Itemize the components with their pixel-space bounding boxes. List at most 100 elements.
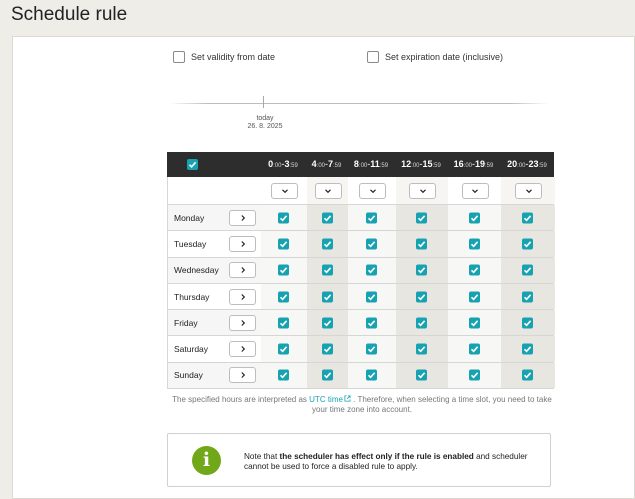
slot-checkbox[interactable] bbox=[321, 212, 333, 224]
check-icon bbox=[367, 214, 376, 222]
slot-checkbox[interactable] bbox=[321, 343, 333, 355]
check-icon bbox=[470, 346, 478, 353]
chevron-down-icon bbox=[369, 189, 376, 194]
validity-from-checkbox[interactable] bbox=[173, 51, 185, 63]
slot-checkbox[interactable] bbox=[522, 212, 533, 224]
check-icon bbox=[367, 293, 376, 300]
slot-checkbox[interactable] bbox=[278, 317, 289, 329]
row-select-button[interactable] bbox=[229, 341, 256, 358]
day-label: Thursday bbox=[174, 291, 210, 302]
check-icon bbox=[470, 320, 478, 327]
slot-checkbox[interactable] bbox=[366, 238, 377, 250]
slot-checkbox[interactable] bbox=[366, 291, 377, 303]
row-select-button[interactable] bbox=[229, 262, 256, 279]
column-select-button-1[interactable] bbox=[314, 183, 342, 199]
check-icon bbox=[367, 267, 376, 274]
expiration-option[interactable]: Set expiration date (inclusive) bbox=[367, 51, 503, 63]
slot-checkbox[interactable] bbox=[468, 291, 480, 303]
column-header-5: 20:00-23:59 bbox=[507, 159, 547, 169]
slot-checkbox[interactable] bbox=[416, 369, 427, 381]
column-header-1: 4:00-7:59 bbox=[311, 159, 342, 169]
column-select-button-0[interactable] bbox=[271, 183, 298, 199]
row-select-button[interactable] bbox=[229, 367, 256, 384]
check-icon bbox=[279, 214, 288, 222]
column-select-button-3[interactable] bbox=[409, 183, 436, 199]
utc-time-link[interactable]: UTC time bbox=[309, 395, 351, 404]
slot-checkbox[interactable] bbox=[522, 238, 533, 250]
slot-checkbox[interactable] bbox=[522, 264, 533, 276]
slot-checkbox[interactable] bbox=[468, 238, 480, 250]
check-icon bbox=[470, 267, 478, 274]
column-header-2: 8:00-11:59 bbox=[353, 159, 389, 169]
slot-checkbox[interactable] bbox=[366, 264, 377, 276]
chevron-right-icon bbox=[240, 293, 245, 300]
info-box: i Note that the scheduler has effect onl… bbox=[167, 433, 551, 487]
day-label: Saturday bbox=[174, 344, 209, 355]
row-select-button[interactable] bbox=[229, 314, 256, 331]
slot-checkbox[interactable] bbox=[468, 212, 480, 224]
day-row: Wednesday bbox=[167, 257, 555, 284]
row-select-button[interactable] bbox=[229, 209, 256, 226]
slot-checkbox[interactable] bbox=[278, 291, 289, 303]
check-icon bbox=[323, 293, 331, 300]
validity-from-option[interactable]: Set validity from date bbox=[173, 51, 275, 63]
check-icon bbox=[417, 214, 426, 222]
check-icon bbox=[323, 214, 331, 222]
today-caption: today 26. 8. 2025 bbox=[245, 115, 285, 131]
slot-checkbox[interactable] bbox=[278, 212, 289, 224]
column-select-row bbox=[167, 177, 555, 205]
slot-checkbox[interactable] bbox=[278, 238, 289, 250]
slot-checkbox[interactable] bbox=[366, 212, 377, 224]
select-all-checkbox[interactable] bbox=[187, 159, 198, 170]
slot-checkbox[interactable] bbox=[416, 317, 427, 329]
slot-checkbox[interactable] bbox=[522, 291, 533, 303]
slot-checkbox[interactable] bbox=[278, 369, 289, 381]
slot-checkbox[interactable] bbox=[522, 369, 533, 381]
check-icon bbox=[470, 372, 478, 379]
slot-checkbox[interactable] bbox=[321, 238, 333, 250]
slot-checkbox[interactable] bbox=[416, 264, 427, 276]
slot-checkbox[interactable] bbox=[366, 317, 377, 329]
day-row: Tuesday bbox=[167, 231, 555, 258]
slot-checkbox[interactable] bbox=[468, 343, 480, 355]
check-icon bbox=[470, 214, 478, 222]
column-select-button-4[interactable] bbox=[461, 183, 489, 199]
slot-checkbox[interactable] bbox=[468, 369, 480, 381]
slot-checkbox[interactable] bbox=[321, 369, 333, 381]
slot-checkbox[interactable] bbox=[416, 212, 427, 224]
check-icon bbox=[417, 346, 426, 353]
check-icon bbox=[279, 241, 288, 248]
slot-checkbox[interactable] bbox=[278, 264, 289, 276]
grid-header: 0:00-3:59 4:00-7:59 8:00-11:59 12:00-15:59 1… bbox=[167, 152, 554, 177]
check-icon bbox=[323, 267, 331, 274]
slot-checkbox[interactable] bbox=[468, 317, 480, 329]
check-icon bbox=[523, 320, 532, 327]
expiration-checkbox[interactable] bbox=[367, 51, 379, 63]
column-select-button-5[interactable] bbox=[515, 183, 542, 199]
check-icon bbox=[417, 372, 426, 379]
chevron-right-icon bbox=[240, 372, 245, 379]
slot-checkbox[interactable] bbox=[321, 317, 333, 329]
row-select-button[interactable] bbox=[229, 288, 256, 305]
column-select-button-2[interactable] bbox=[359, 183, 386, 199]
check-icon bbox=[367, 346, 376, 353]
column-header-0: 0:00-3:59 bbox=[268, 159, 298, 169]
slot-checkbox[interactable] bbox=[416, 291, 427, 303]
slot-checkbox[interactable] bbox=[321, 264, 333, 276]
slot-checkbox[interactable] bbox=[416, 343, 427, 355]
column-header-4: 16:00-19:59 bbox=[453, 159, 494, 169]
slot-checkbox[interactable] bbox=[321, 291, 333, 303]
check-icon bbox=[470, 241, 478, 248]
slot-checkbox[interactable] bbox=[522, 317, 533, 329]
slot-checkbox[interactable] bbox=[366, 369, 377, 381]
check-icon bbox=[470, 293, 478, 300]
slot-checkbox[interactable] bbox=[522, 343, 533, 355]
slot-checkbox[interactable] bbox=[468, 264, 480, 276]
row-select-button[interactable] bbox=[229, 235, 256, 252]
slot-checkbox[interactable] bbox=[366, 343, 377, 355]
slot-checkbox[interactable] bbox=[278, 343, 289, 355]
slot-checkbox[interactable] bbox=[416, 238, 427, 250]
check-icon bbox=[323, 241, 331, 248]
today-date: 26. 8. 2025 bbox=[247, 123, 283, 130]
info-text-1: Note that bbox=[244, 452, 280, 461]
